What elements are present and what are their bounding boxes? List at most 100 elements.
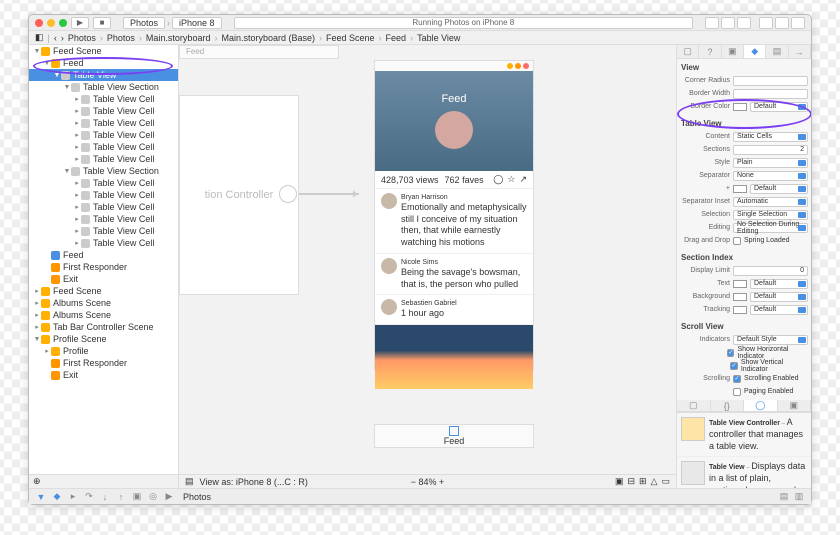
console-view-icon[interactable]: ▥ [793,492,805,502]
cell-row[interactable]: ▸Table View Cell [29,117,178,129]
vc-icon[interactable] [507,63,513,69]
library-media-tab[interactable]: ▣ [778,400,812,411]
editor-assistant-icon[interactable] [721,17,735,29]
stop-button[interactable]: ■ [93,17,111,29]
segue-arrow-icon[interactable] [299,193,359,195]
cell-row[interactable]: ▸Table View Cell [29,129,178,141]
color-swatch[interactable] [733,293,747,301]
table-view-row[interactable]: ▼Table View [29,69,178,81]
zoom-icon[interactable] [59,19,67,27]
scene-row[interactable]: ▸Albums Scene [29,309,178,321]
cell-row[interactable]: ▸Table View Cell [29,201,178,213]
embed-icon[interactable]: ▭ [661,476,670,487]
feed-cell[interactable]: Sebastien Gabriel1 hour ago [375,295,533,325]
editor-version-icon[interactable] [737,17,751,29]
step-out-icon[interactable]: ↑ [115,492,127,502]
cell-row[interactable]: ▸Table View Cell [29,93,178,105]
first-responder-row[interactable]: First Responder [29,261,178,273]
vc-row[interactable]: ▼Feed [29,57,178,69]
zoom-out-button[interactable]: − [411,477,416,487]
library-item[interactable]: Table View – Displays data in a list of … [677,457,811,488]
scene-row[interactable]: ▼Feed Scene [29,45,178,57]
outline-filter-bar[interactable]: ⊕ [29,474,178,488]
index-bg-popup[interactable]: Default [750,292,808,302]
identity-inspector-tab[interactable]: ▣ [722,45,744,58]
breakpoint-icon[interactable]: ◆ [51,492,63,502]
feed-cell[interactable]: Nicole SimsBeing the savage's bowsman, t… [375,254,533,295]
color-swatch[interactable] [733,103,747,111]
scene-row[interactable]: ▸Tab Bar Controller Scene [29,321,178,333]
variables-view-icon[interactable]: ▤ [778,492,790,502]
cell-row[interactable]: ▸Table View Cell [29,189,178,201]
content-popup[interactable]: Static Cells [733,132,808,142]
section-row[interactable]: ▼Table View Section [29,81,178,93]
cell-row[interactable]: ▸Table View Cell [29,153,178,165]
section-row[interactable]: ▼Table View Section [29,165,178,177]
cell-row[interactable]: ▸Table View Cell [29,213,178,225]
display-limit-field[interactable]: 0 [733,266,808,276]
library-snippet-tab[interactable]: {} [711,400,745,411]
run-button[interactable]: ▶ [71,17,89,29]
constraints-icon[interactable]: ▣ [615,476,624,487]
hero-cell[interactable]: Feed [375,71,533,171]
sections-stepper[interactable]: 2 [733,145,808,155]
border-color-popup[interactable]: Default [750,102,808,112]
minimize-icon[interactable] [47,19,55,27]
view-debug-icon[interactable]: ▣ [131,492,143,502]
segue-circle-icon[interactable] [279,185,297,203]
cell-row[interactable]: ▸Table View Cell [29,141,178,153]
zoom-in-button[interactable]: + [439,477,444,487]
file-inspector-tab[interactable]: ▢ [677,45,699,58]
first-responder-row[interactable]: First Responder [29,357,178,369]
simulate-location-icon[interactable]: ▶ [163,492,175,502]
toggle-debug-icon[interactable] [775,17,789,29]
style-popup[interactable]: Plain [733,158,808,168]
stats-cell[interactable]: 428,703 views 762 faves ◯☆↗ [375,171,533,189]
spring-loaded-checkbox[interactable] [733,237,741,245]
memory-icon[interactable]: ◎ [147,492,159,502]
index-tracking-popup[interactable]: Default [750,305,808,315]
vc-row[interactable]: ▸Profile [29,345,178,357]
table-view-preview[interactable]: Feed 428,703 views 762 faves ◯☆↗ Bryan H… [374,60,534,370]
separator-popup[interactable]: None [733,171,808,181]
close-icon[interactable] [35,19,43,27]
selection-popup[interactable]: Single Selection [733,210,808,220]
help-inspector-tab[interactable]: ? [699,45,721,58]
view-as-label[interactable]: View as: iPhone 8 (...C : R) [200,477,308,487]
interface-builder-canvas[interactable]: Feed tion Controller Feed 428,703 views [179,45,676,488]
tab-bar-item[interactable]: Feed [374,424,534,448]
toggle-navigator-icon[interactable] [759,17,773,29]
comment-icon[interactable]: ◯ [493,174,503,185]
cell-row[interactable]: ▸Table View Cell [29,105,178,117]
scheme-device[interactable]: iPhone 8 [172,17,222,29]
feed-cell[interactable]: Bryan HarrisonEmotionally and metaphysic… [375,189,533,254]
align-icon[interactable]: ⊟ [627,476,635,487]
attributes-inspector-tab[interactable]: ◆ [744,45,766,58]
step-over-icon[interactable]: ↷ [83,492,95,502]
pin-icon[interactable]: ⊞ [639,476,647,487]
separator-inset-popup[interactable]: Automatic [733,197,808,207]
star-icon[interactable]: ☆ [507,174,515,185]
jump-bar[interactable]: ◧| ‹› Photos› Photos› Main.storyboard› M… [29,31,811,45]
editor-standard-icon[interactable] [705,17,719,29]
cell-row[interactable]: ▸Table View Cell [29,237,178,249]
show-h-checkbox[interactable]: ✓ [727,349,734,357]
separator-color-popup[interactable]: Default [750,184,808,194]
cell-row[interactable]: ▸Table View Cell [29,225,178,237]
show-v-checkbox[interactable]: ✓ [730,362,738,370]
paging-enabled-checkbox[interactable] [733,388,741,396]
exit-row[interactable]: Exit [29,273,178,285]
scene-row[interactable]: ▸Feed Scene [29,285,178,297]
scene-row[interactable]: ▸Albums Scene [29,297,178,309]
resolve-icon[interactable]: △ [651,476,658,487]
filter-icon[interactable]: ⊕ [33,476,41,487]
continue-icon[interactable]: ▸ [67,492,79,502]
toggle-inspector-icon[interactable] [791,17,805,29]
color-swatch[interactable] [733,306,747,314]
size-inspector-tab[interactable]: ▤ [766,45,788,58]
scheme-target[interactable]: Photos [123,17,165,29]
library-file-tab[interactable]: ▢ [677,400,711,411]
color-swatch[interactable] [733,280,747,288]
image-cell[interactable] [375,325,533,389]
tab-item-row[interactable]: Feed [29,249,178,261]
